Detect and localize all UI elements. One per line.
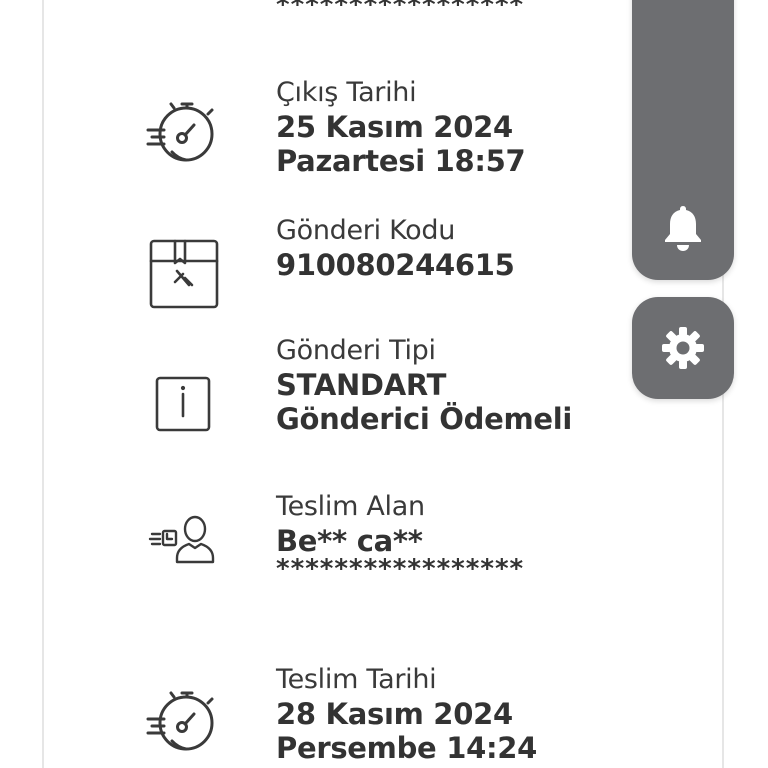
stopwatch-icon (144, 90, 224, 170)
package-icon (144, 234, 224, 314)
shipment-type-value: STANDART (276, 368, 447, 402)
departure-day-time: Pazartesi 18:57 (276, 144, 526, 178)
receiver-label: Teslim Alan (276, 491, 425, 522)
stopwatch-icon (144, 679, 224, 759)
shipment-detail-page: ***************** Çıkış Tarihi 25 Kasım … (0, 0, 768, 768)
shipment-code-label: Gönderi Kodu (276, 215, 456, 246)
info-icon (144, 376, 224, 456)
bell-icon (663, 204, 703, 252)
notifications-button[interactable] (632, 0, 734, 280)
delivery-date: 28 Kasım 2024 (276, 697, 513, 731)
delivery-label: Teslim Tarihi (276, 664, 437, 695)
settings-button[interactable] (632, 297, 734, 399)
departure-label: Çıkış Tarihi (276, 77, 417, 108)
shipment-code-value: 910080244615 (276, 248, 515, 282)
departure-date: 25 Kasım 2024 (276, 110, 513, 144)
receiver-name: Be** ca** (276, 524, 423, 558)
delivery-day-time: Persembe 14:24 (276, 731, 538, 765)
shipment-detail-card: ***************** Çıkış Tarihi 25 Kasım … (42, 0, 724, 768)
receiver-person-icon (144, 510, 224, 590)
shipment-type-label: Gönderi Tipi (276, 335, 436, 366)
receiver-mask: ***************** (276, 558, 525, 580)
shipment-payment-type: Gönderici Ödemeli (276, 402, 573, 436)
masked-text: ***************** (276, 0, 525, 16)
gear-icon (661, 326, 705, 370)
